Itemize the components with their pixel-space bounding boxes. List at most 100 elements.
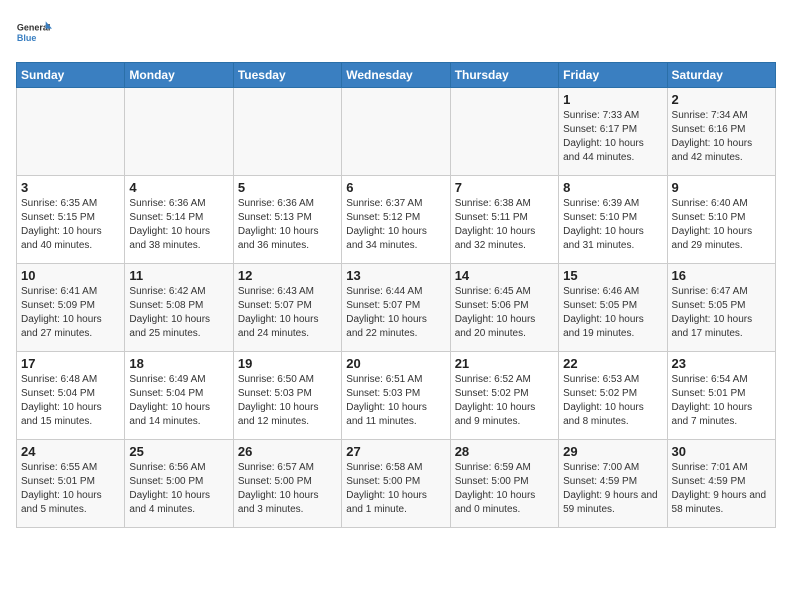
calendar-day-cell xyxy=(450,88,558,176)
day-info: Sunrise: 6:49 AMSunset: 5:04 PMDaylight:… xyxy=(129,373,228,429)
calendar-table: SundayMondayTuesdayWednesdayThursdayFrid… xyxy=(16,62,776,528)
calendar-day-cell: 8 Sunrise: 6:39 AMSunset: 5:10 PMDaylight… xyxy=(559,176,667,264)
day-number: 29 xyxy=(563,444,662,459)
day-number: 28 xyxy=(455,444,554,459)
day-number: 8 xyxy=(563,180,662,195)
calendar-day-cell: 14 Sunrise: 6:45 AMSunset: 5:06 PMDayligh… xyxy=(450,264,558,352)
day-info: Sunrise: 6:47 AMSunset: 5:05 PMDaylight:… xyxy=(672,285,771,341)
calendar-week-row: 1 Sunrise: 7:33 AMSunset: 6:17 PMDaylight… xyxy=(17,88,776,176)
day-number: 20 xyxy=(346,356,445,371)
day-info: Sunrise: 6:53 AMSunset: 5:02 PMDaylight:… xyxy=(563,373,662,429)
calendar-day-cell xyxy=(17,88,125,176)
calendar-day-cell xyxy=(233,88,341,176)
day-number: 9 xyxy=(672,180,771,195)
calendar-day-cell: 21 Sunrise: 6:52 AMSunset: 5:02 PMDayligh… xyxy=(450,352,558,440)
day-number: 15 xyxy=(563,268,662,283)
day-number: 5 xyxy=(238,180,337,195)
day-number: 2 xyxy=(672,92,771,107)
calendar-day-cell: 28 Sunrise: 6:59 AMSunset: 5:00 PMDayligh… xyxy=(450,440,558,528)
day-info: Sunrise: 6:45 AMSunset: 5:06 PMDaylight:… xyxy=(455,285,554,341)
calendar-week-row: 17 Sunrise: 6:48 AMSunset: 5:04 PMDayligh… xyxy=(17,352,776,440)
day-number: 16 xyxy=(672,268,771,283)
calendar-day-cell: 6 Sunrise: 6:37 AMSunset: 5:12 PMDaylight… xyxy=(342,176,450,264)
day-info: Sunrise: 6:58 AMSunset: 5:00 PMDaylight:… xyxy=(346,461,445,517)
weekday-header: Thursday xyxy=(450,63,558,88)
weekday-header: Sunday xyxy=(17,63,125,88)
day-info: Sunrise: 6:40 AMSunset: 5:10 PMDaylight:… xyxy=(672,197,771,253)
day-number: 6 xyxy=(346,180,445,195)
day-number: 7 xyxy=(455,180,554,195)
day-info: Sunrise: 6:39 AMSunset: 5:10 PMDaylight:… xyxy=(563,197,662,253)
calendar-day-cell: 13 Sunrise: 6:44 AMSunset: 5:07 PMDayligh… xyxy=(342,264,450,352)
day-info: Sunrise: 6:36 AMSunset: 5:13 PMDaylight:… xyxy=(238,197,337,253)
day-number: 24 xyxy=(21,444,120,459)
day-info: Sunrise: 6:42 AMSunset: 5:08 PMDaylight:… xyxy=(129,285,228,341)
logo: General Blue xyxy=(16,16,52,52)
day-info: Sunrise: 6:35 AMSunset: 5:15 PMDaylight:… xyxy=(21,197,120,253)
weekday-header: Tuesday xyxy=(233,63,341,88)
day-info: Sunrise: 6:38 AMSunset: 5:11 PMDaylight:… xyxy=(455,197,554,253)
calendar-day-cell: 18Sunrise: 6:49 AMSunset: 5:04 PMDayligh… xyxy=(125,352,233,440)
calendar-day-cell: 30 Sunrise: 7:01 AMSunset: 4:59 PMDayligh… xyxy=(667,440,775,528)
day-info: Sunrise: 6:52 AMSunset: 5:02 PMDaylight:… xyxy=(455,373,554,429)
day-info: Sunrise: 7:00 AMSunset: 4:59 PMDaylight:… xyxy=(563,461,662,517)
day-info: Sunrise: 6:44 AMSunset: 5:07 PMDaylight:… xyxy=(346,285,445,341)
day-info: Sunrise: 6:55 AMSunset: 5:01 PMDaylight:… xyxy=(21,461,120,517)
weekday-header: Wednesday xyxy=(342,63,450,88)
day-number: 4 xyxy=(129,180,228,195)
day-info: Sunrise: 6:54 AMSunset: 5:01 PMDaylight:… xyxy=(672,373,771,429)
weekday-header: Monday xyxy=(125,63,233,88)
day-number: 21 xyxy=(455,356,554,371)
day-number: 11 xyxy=(129,268,228,283)
day-info: Sunrise: 6:56 AMSunset: 5:00 PMDaylight:… xyxy=(129,461,228,517)
day-info: Sunrise: 6:37 AMSunset: 5:12 PMDaylight:… xyxy=(346,197,445,253)
day-number: 19 xyxy=(238,356,337,371)
day-number: 27 xyxy=(346,444,445,459)
day-info: Sunrise: 7:34 AMSunset: 6:16 PMDaylight:… xyxy=(672,109,771,165)
calendar-day-cell: 7 Sunrise: 6:38 AMSunset: 5:11 PMDaylight… xyxy=(450,176,558,264)
day-info: Sunrise: 7:01 AMSunset: 4:59 PMDaylight:… xyxy=(672,461,771,517)
calendar-day-cell: 23Sunrise: 6:54 AMSunset: 5:01 PMDayligh… xyxy=(667,352,775,440)
calendar-day-cell xyxy=(342,88,450,176)
day-info: Sunrise: 6:43 AMSunset: 5:07 PMDaylight:… xyxy=(238,285,337,341)
calendar-week-row: 3 Sunrise: 6:35 AMSunset: 5:15 PMDaylight… xyxy=(17,176,776,264)
day-info: Sunrise: 6:48 AMSunset: 5:04 PMDaylight:… xyxy=(21,373,120,429)
calendar-day-cell: 1 Sunrise: 7:33 AMSunset: 6:17 PMDaylight… xyxy=(559,88,667,176)
calendar-day-cell: 9 Sunrise: 6:40 AMSunset: 5:10 PMDaylight… xyxy=(667,176,775,264)
day-number: 26 xyxy=(238,444,337,459)
calendar-day-cell: 19Sunrise: 6:50 AMSunset: 5:03 PMDayligh… xyxy=(233,352,341,440)
calendar-day-cell: 20 Sunrise: 6:51 AMSunset: 5:03 PMDayligh… xyxy=(342,352,450,440)
weekday-header-row: SundayMondayTuesdayWednesdayThursdayFrid… xyxy=(17,63,776,88)
day-number: 14 xyxy=(455,268,554,283)
calendar-day-cell: 2 Sunrise: 7:34 AMSunset: 6:16 PMDaylight… xyxy=(667,88,775,176)
day-number: 25 xyxy=(129,444,228,459)
calendar-day-cell: 16 Sunrise: 6:47 AMSunset: 5:05 PMDayligh… xyxy=(667,264,775,352)
day-info: Sunrise: 7:33 AMSunset: 6:17 PMDaylight:… xyxy=(563,109,662,165)
calendar-day-cell: 4 Sunrise: 6:36 AMSunset: 5:14 PMDaylight… xyxy=(125,176,233,264)
day-info: Sunrise: 6:46 AMSunset: 5:05 PMDaylight:… xyxy=(563,285,662,341)
day-number: 13 xyxy=(346,268,445,283)
calendar-week-row: 10Sunrise: 6:41 AMSunset: 5:09 PMDayligh… xyxy=(17,264,776,352)
day-number: 30 xyxy=(672,444,771,459)
calendar-day-cell: 11 Sunrise: 6:42 AMSunset: 5:08 PMDayligh… xyxy=(125,264,233,352)
day-number: 22 xyxy=(563,356,662,371)
day-info: Sunrise: 6:59 AMSunset: 5:00 PMDaylight:… xyxy=(455,461,554,517)
weekday-header: Saturday xyxy=(667,63,775,88)
calendar-day-cell: 22 Sunrise: 6:53 AMSunset: 5:02 PMDayligh… xyxy=(559,352,667,440)
calendar-day-cell: 15 Sunrise: 6:46 AMSunset: 5:05 PMDayligh… xyxy=(559,264,667,352)
calendar-week-row: 24 Sunrise: 6:55 AMSunset: 5:01 PMDayligh… xyxy=(17,440,776,528)
day-info: Sunrise: 6:51 AMSunset: 5:03 PMDaylight:… xyxy=(346,373,445,429)
calendar-day-cell: 26 Sunrise: 6:57 AMSunset: 5:00 PMDayligh… xyxy=(233,440,341,528)
day-info: Sunrise: 6:57 AMSunset: 5:00 PMDaylight:… xyxy=(238,461,337,517)
weekday-header: Friday xyxy=(559,63,667,88)
calendar-day-cell: 5 Sunrise: 6:36 AMSunset: 5:13 PMDaylight… xyxy=(233,176,341,264)
calendar-day-cell: 3 Sunrise: 6:35 AMSunset: 5:15 PMDaylight… xyxy=(17,176,125,264)
day-number: 12 xyxy=(238,268,337,283)
day-number: 1 xyxy=(563,92,662,107)
page-header: General Blue xyxy=(16,16,776,52)
logo-icon: General Blue xyxy=(16,16,52,52)
day-info: Sunrise: 6:36 AMSunset: 5:14 PMDaylight:… xyxy=(129,197,228,253)
day-number: 3 xyxy=(21,180,120,195)
day-number: 17 xyxy=(21,356,120,371)
svg-text:Blue: Blue xyxy=(17,33,37,43)
